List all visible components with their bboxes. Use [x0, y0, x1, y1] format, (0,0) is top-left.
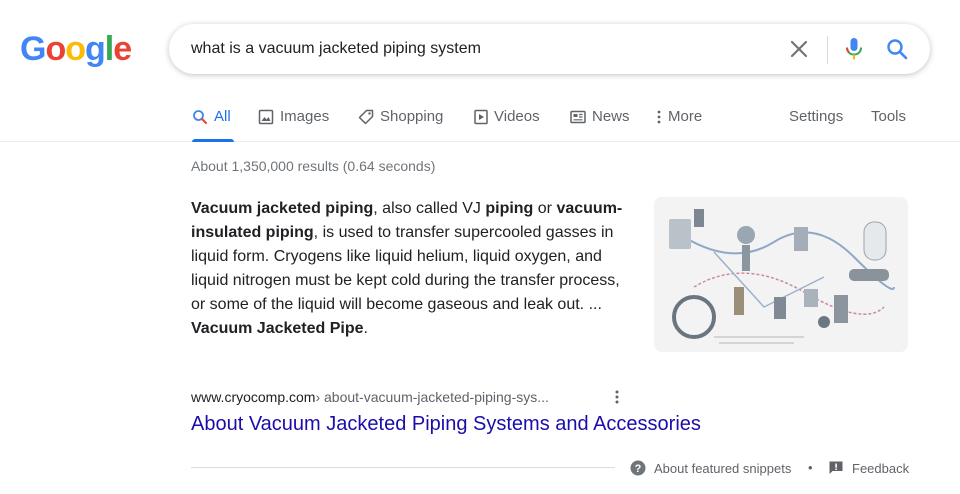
tab-label: Shopping [380, 108, 444, 125]
result-title-link[interactable]: About Vacuum Jacketed Piping Systems and… [191, 413, 701, 436]
svg-text:?: ? [635, 463, 642, 475]
settings-link[interactable]: Settings [789, 108, 843, 125]
logo-letter: g [85, 30, 106, 68]
snippet-text: . [363, 320, 368, 337]
snippet-text: or [533, 200, 557, 217]
logo-letter: o [65, 30, 86, 68]
piping-diagram-image [654, 197, 908, 352]
help-icon: ? [630, 460, 646, 476]
more-vert-icon [615, 390, 619, 404]
tab-images[interactable]: Images [258, 108, 329, 125]
result-stats: About 1,350,000 results (0.64 seconds) [191, 158, 436, 174]
result-options-button[interactable] [612, 388, 622, 406]
snippet-bold: Vacuum jacketed piping [191, 200, 374, 217]
result-path: › about-vacuum-jacketed-piping-sys... [315, 389, 549, 405]
snippet-text: , also called VJ [373, 200, 486, 217]
newspaper-icon [570, 110, 586, 123]
search-tabs: All Images Shopping Videos News More Set… [0, 98, 960, 142]
logo-letter: o [45, 30, 66, 68]
tab-label: Images [280, 108, 330, 125]
logo-letter: e [113, 30, 132, 68]
tab-shopping[interactable]: Shopping [358, 108, 443, 125]
voice-search-button[interactable] [842, 36, 866, 62]
search-input[interactable] [191, 24, 781, 74]
tools-label: Tools [871, 108, 907, 125]
tab-news[interactable]: News [570, 108, 630, 125]
logo-letter: G [20, 30, 46, 68]
result-citation[interactable]: www.cryocomp.com › about-vacuum-jacketed… [191, 389, 549, 405]
featured-snippet-image[interactable] [654, 197, 908, 352]
image-icon [258, 109, 274, 124]
snippet-divider [191, 467, 615, 468]
logo-letter: l [104, 30, 115, 68]
search-icon [887, 39, 908, 60]
settings-label: Settings [789, 108, 844, 125]
feedback-icon [829, 461, 843, 474]
more-vert-icon [657, 110, 661, 123]
search-icon [193, 109, 207, 124]
tab-label: Videos [494, 108, 540, 125]
featured-snippet-text: Vacuum jacketed piping, also called VJ p… [191, 197, 631, 341]
tag-icon [358, 109, 374, 124]
result-domain: www.cryocomp.com [191, 389, 316, 405]
tab-label: News [592, 108, 630, 125]
clear-search-button[interactable] [787, 37, 811, 61]
tools-link[interactable]: Tools [871, 108, 906, 125]
footer-separator: • [808, 460, 813, 475]
tab-label: More [668, 108, 703, 125]
play-icon [474, 109, 488, 124]
google-logo[interactable]: Google [20, 30, 132, 68]
searchbox-divider [827, 36, 828, 64]
search-box [169, 24, 930, 74]
search-button[interactable] [885, 37, 909, 61]
close-icon [790, 40, 808, 58]
snippet-bold: piping [485, 200, 534, 217]
microphone-icon [846, 38, 862, 60]
tab-all[interactable]: All [192, 108, 231, 125]
about-snippets-label: About featured snippets [654, 460, 792, 476]
feedback-link[interactable]: Feedback [828, 460, 909, 476]
tab-label: All [214, 108, 231, 125]
active-tab-indicator [192, 139, 234, 142]
about-featured-snippets-link[interactable]: ? About featured snippets [630, 460, 791, 476]
feedback-label: Feedback [852, 460, 910, 476]
tab-videos[interactable]: Videos [474, 108, 540, 125]
tab-more[interactable]: More [656, 108, 702, 125]
snippet-bold: Vacuum Jacketed Pipe [191, 320, 364, 337]
